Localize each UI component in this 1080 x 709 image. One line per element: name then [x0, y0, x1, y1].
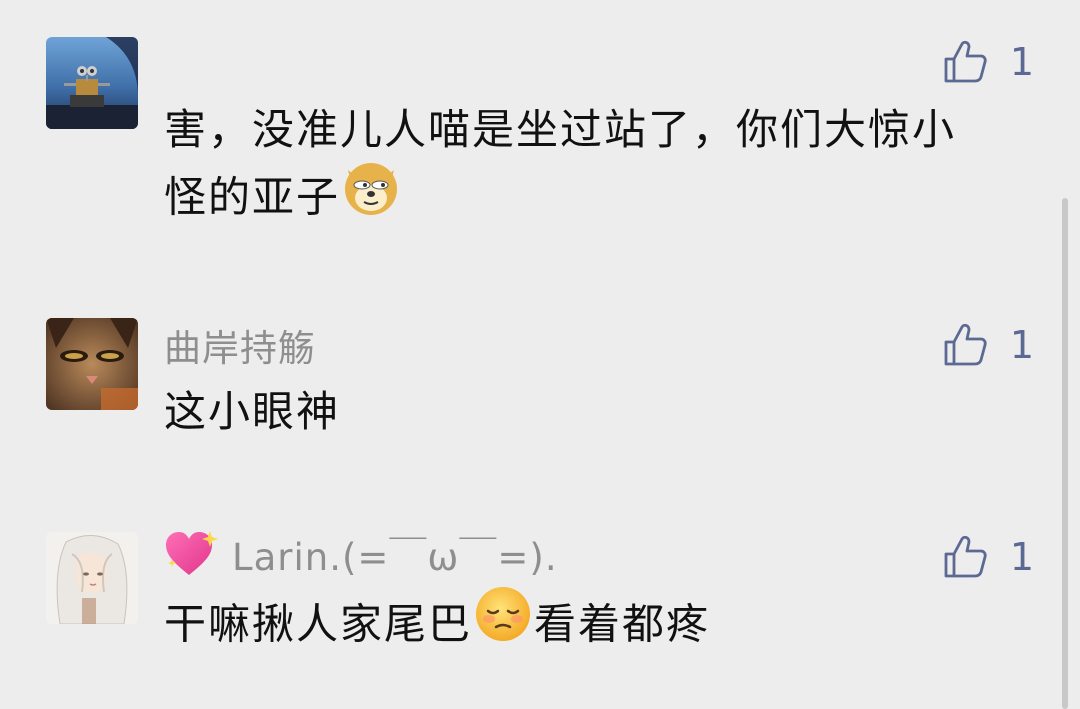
comment-text-segment: 看着都疼 [534, 599, 711, 649]
white-hair-anime-avatar-image [46, 532, 138, 624]
comment-item: 害，没准儿人喵是坐过站了，你们大惊小 怪的亚子 1 [0, 0, 1060, 260]
comment-text: 干嘛揪人家尾巴 看着都疼 [164, 587, 1014, 665]
avatar[interactable] [46, 318, 138, 410]
comment-text-line: 害，没准儿人喵是坐过站了，你们大惊小 [164, 105, 957, 154]
like-count: 1 [1009, 535, 1034, 579]
avatar[interactable] [46, 37, 138, 129]
thumbs-up-icon [944, 535, 987, 578]
comment-text-line: 怪的亚子 [164, 162, 1014, 238]
pensive-face-emoji [474, 585, 532, 661]
cat-face-avatar-image [46, 318, 138, 410]
walle-robot-avatar-image [46, 37, 138, 129]
author-name[interactable]: Larin.(=￣ω￣=). [232, 527, 558, 581]
comment-text: 这小眼神 [164, 380, 1014, 444]
comment-text-segment: 干嘛揪人家尾巴 [164, 599, 473, 649]
like-count: 1 [1009, 40, 1034, 84]
thumbs-up-icon [944, 323, 987, 366]
comment-item: 曲岸持觞 这小眼神 1 [0, 260, 1060, 490]
comment-text-line: 这小眼神 [164, 387, 341, 436]
like-count: 1 [1009, 323, 1034, 367]
comment-text-segment: 怪的亚子 [164, 172, 341, 222]
like-button[interactable]: 1 [942, 532, 1034, 582]
like-button[interactable]: 1 [942, 37, 1034, 87]
comment-text-line: 干嘛揪人家尾巴 看着都疼 [164, 587, 1014, 665]
thumbs-up-icon [944, 40, 987, 83]
author-name[interactable]: 曲岸持觞 [164, 318, 316, 372]
comment-text: 害，没准儿人喵是坐过站了，你们大惊小 怪的亚子 [164, 98, 1014, 238]
doge-emoji [342, 158, 400, 234]
comment-item: Larin.(=￣ω￣=). 干嘛揪人家尾巴 看着都疼 1 [0, 490, 1060, 709]
author-line: 曲岸持觞 [164, 320, 316, 370]
author-line: Larin.(=￣ω￣=). [164, 529, 558, 579]
avatar[interactable] [46, 532, 138, 624]
sparkling-heart-icon [166, 531, 218, 575]
comment-list: 害，没准儿人喵是坐过站了，你们大惊小 怪的亚子 1 曲岸持觞 这小眼神 1 La… [0, 0, 1080, 709]
like-button[interactable]: 1 [942, 320, 1034, 370]
scrollbar[interactable] [1062, 198, 1068, 709]
